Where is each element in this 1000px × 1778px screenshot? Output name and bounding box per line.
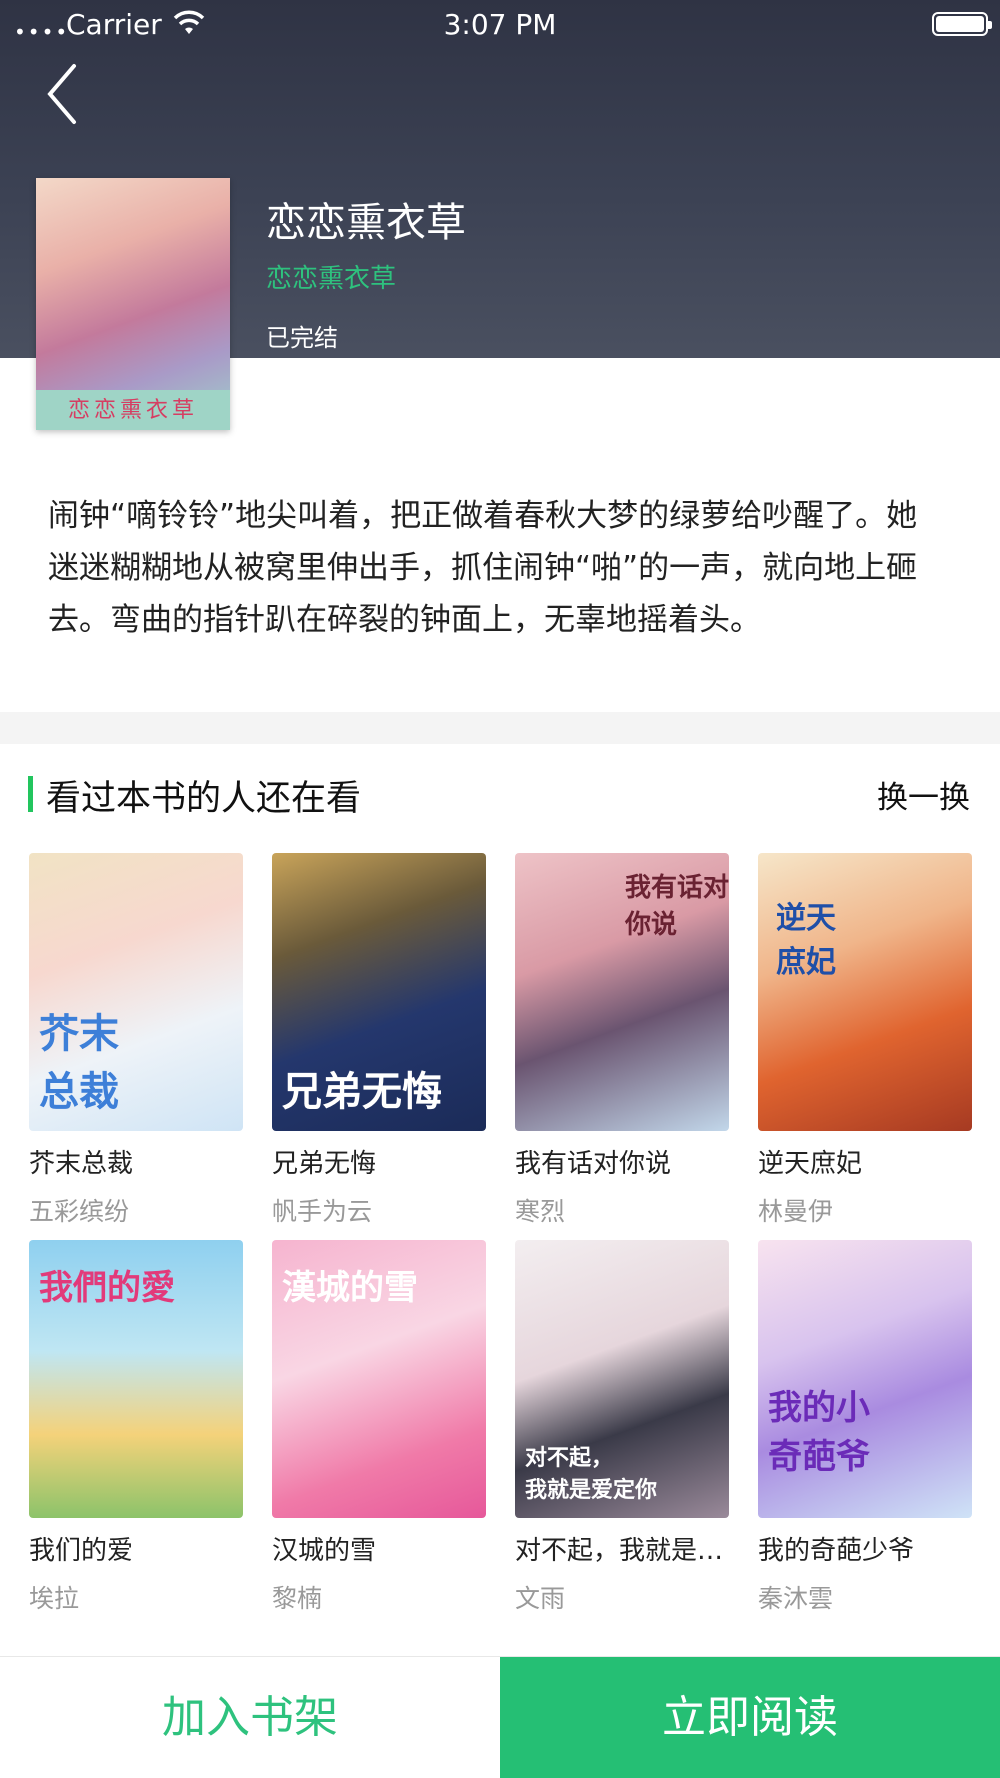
book-title: 恋恋熏衣草	[266, 200, 466, 246]
book-card[interactable]: 逆天 庶妃 逆天庶妃 林曼伊	[758, 853, 972, 1228]
book-card[interactable]: 我有话对 你说 我有话对你说 寒烈	[515, 853, 729, 1228]
book-card[interactable]: 对不起， 我就是爱定你 对不起，我就是… 文雨	[515, 1240, 729, 1615]
book-card-cover: 我的小 奇葩爷	[758, 1240, 972, 1518]
book-card-author: 秦沐雲	[758, 1584, 834, 1613]
book-card-cover: 兄弟无悔	[272, 853, 486, 1131]
section-accent-bar	[28, 776, 33, 812]
book-status: 已完结	[266, 324, 338, 352]
section-divider	[0, 712, 1000, 744]
book-card-author: 帆手为云	[272, 1197, 373, 1226]
refresh-button[interactable]: 换一换	[877, 772, 970, 817]
book-card-title: 汉城的雪	[272, 1536, 377, 1566]
book-card-author: 埃拉	[29, 1584, 80, 1613]
book-card-cover: 逆天 庶妃	[758, 853, 972, 1131]
book-card-title: 我有话对你说	[515, 1149, 672, 1179]
book-card-title: 逆天庶妃	[758, 1149, 863, 1179]
book-card-author: 黎楠	[272, 1584, 323, 1613]
book-card-cover: 芥末 总裁	[29, 853, 243, 1131]
book-card-cover: 对不起， 我就是爱定你	[515, 1240, 729, 1518]
status-bar: •••• Carrier 3:07 PM	[0, 0, 1000, 46]
book-card[interactable]: 我的小 奇葩爷 我的奇葩少爷 秦沐雲	[758, 1240, 972, 1615]
book-description: 闹钟“嘀铃铃”地尖叫着，把正做着春秋大梦的绿萝给吵醒了。她迷迷糊糊地从被窝里伸出…	[48, 498, 918, 638]
back-button[interactable]	[44, 62, 88, 126]
book-card[interactable]: 兄弟无悔 兄弟无悔 帆手为云	[272, 853, 486, 1228]
section-title: 看过本书的人还在看	[46, 779, 362, 819]
book-card-cover: 我有话对 你说	[515, 853, 729, 1131]
book-author[interactable]: 恋恋熏衣草	[266, 258, 396, 295]
book-card-title: 我们的爱	[29, 1536, 134, 1566]
book-card-title: 对不起，我就是…	[515, 1536, 724, 1566]
book-card-cover: 我們的愛	[29, 1240, 243, 1518]
book-card-author: 林曼伊	[758, 1197, 834, 1226]
book-card-title: 我的奇葩少爷	[758, 1536, 915, 1566]
chevron-left-icon	[47, 64, 76, 124]
bottom-action-bar: 加入书架 立即阅读	[0, 1656, 1000, 1778]
book-card-author: 文雨	[515, 1584, 566, 1613]
book-card-author: 五彩缤纷	[29, 1197, 130, 1226]
cover-caption: 恋恋熏衣草	[67, 398, 198, 423]
add-to-shelf-button[interactable]: 加入书架	[0, 1657, 500, 1778]
book-card[interactable]: 我們的愛 我们的爱 埃拉	[29, 1240, 243, 1615]
book-detail-screen: •••• Carrier 3:07 PM 恋恋熏衣草 恋恋熏衣草 已完结 恋恋熏…	[0, 0, 1000, 1778]
book-card[interactable]: 漢城的雪 汉城的雪 黎楠	[272, 1240, 486, 1615]
clock: 3:07 PM	[443, 8, 557, 41]
battery-icon	[932, 12, 992, 36]
book-card-author: 寒烈	[515, 1197, 566, 1226]
book-card-cover: 漢城的雪	[272, 1240, 486, 1518]
book-card-title: 芥末总裁	[29, 1149, 134, 1179]
book-card[interactable]: 芥末 总裁 芥末总裁 五彩缤纷	[29, 853, 243, 1228]
book-cover: 恋恋熏衣草	[36, 178, 230, 430]
read-now-button[interactable]: 立即阅读	[500, 1657, 1000, 1778]
book-card-title: 兄弟无悔	[272, 1149, 377, 1179]
